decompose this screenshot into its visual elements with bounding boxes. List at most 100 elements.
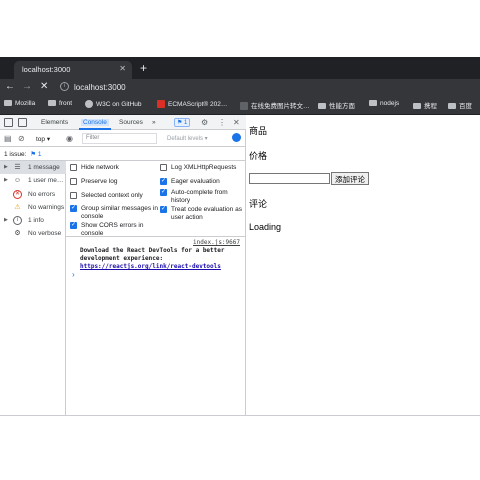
list-icon: ☰ xyxy=(14,164,21,171)
log-levels-dropdown[interactable]: Default levels ▾ xyxy=(167,135,208,142)
url-text: localhost:3000 xyxy=(74,83,126,92)
sidebar-toggle-icon[interactable]: ▤ xyxy=(4,134,12,143)
log-source-link[interactable]: index.js:9667 xyxy=(193,239,240,246)
hide-network-option[interactable]: Hide network xyxy=(70,164,155,172)
comment-input[interactable] xyxy=(249,173,330,184)
devtools-tab-bar: Elements Console Sources » ⚑ 1 ⚙ ⋮ ✕ xyxy=(0,115,246,130)
selected-context-option[interactable]: Selected context only xyxy=(70,192,158,200)
autocomplete-option[interactable]: Auto-complete from history xyxy=(160,188,246,205)
react-devtools-link[interactable]: https://reactjs.org/link/react-devtools xyxy=(80,263,221,270)
hide-network-checkbox[interactable] xyxy=(70,164,77,171)
bookmark-ctrip[interactable]: 携程 xyxy=(413,100,437,110)
treat-code-checkbox[interactable] xyxy=(160,205,167,213)
bookmark-baidu[interactable]: 百度 xyxy=(448,100,472,110)
group-similar-checkbox[interactable] xyxy=(70,204,77,212)
folder-icon xyxy=(4,100,12,106)
show-cors-option[interactable]: Show CORS errors in console xyxy=(70,221,158,238)
folder-icon xyxy=(318,103,326,109)
user-icon: ☺ xyxy=(13,177,22,184)
log-xhr-checkbox[interactable] xyxy=(160,164,167,171)
ecma-icon xyxy=(157,100,165,108)
stop-icon[interactable]: ✕ xyxy=(40,81,48,92)
autocomplete-checkbox[interactable] xyxy=(160,188,167,196)
top-margin xyxy=(0,0,480,57)
screen: localhost:3000 ✕ + ← → ✕ i localhost:300… xyxy=(0,0,480,480)
filter-input[interactable]: Filter xyxy=(82,133,157,144)
tab-elements[interactable]: Elements xyxy=(41,119,68,126)
page-content: 商品 价格 添加评论 评论 Loading xyxy=(249,115,480,415)
eager-eval-checkbox[interactable] xyxy=(160,177,167,185)
bookmark-w3c[interactable]: W3C on GitHub xyxy=(85,100,142,108)
caret-right-icon: ▶ xyxy=(4,164,8,170)
info-icon[interactable]: i xyxy=(60,82,69,91)
sidebar-item-info[interactable]: ▶ i 1 info xyxy=(0,214,66,227)
kebab-menu-icon[interactable]: ⋮ xyxy=(218,118,226,127)
error-icon: ✕ xyxy=(13,190,22,199)
console-settings-pane: Hide network Preserve log Selected conte… xyxy=(66,161,246,237)
bookmark-ecmascript[interactable]: ECMAScript® 202… xyxy=(157,100,227,108)
sidebar-item-errors[interactable]: ✕ No errors xyxy=(0,188,66,201)
browser-tab-title: localhost:3000 xyxy=(22,65,71,74)
close-devtools-icon[interactable]: ✕ xyxy=(233,118,240,127)
console-toolbar: ▤ ⊘ top ▾ ◉ Filter Default levels ▾ xyxy=(0,130,246,147)
inspect-icon[interactable] xyxy=(4,118,13,127)
sidebar-item-messages[interactable]: ▶ ☰ 1 message xyxy=(0,161,66,174)
folder-icon xyxy=(48,100,56,106)
eye-icon[interactable]: ◉ xyxy=(66,134,73,143)
bookmark-nodejs[interactable]: nodejs xyxy=(369,100,399,107)
console-log-entry: index.js:9667 Download the React DevTool… xyxy=(66,237,246,277)
devtools-panel: Elements Console Sources » ⚑ 1 ⚙ ⋮ ✕ ▤ ⊘… xyxy=(0,115,246,415)
issues-bar[interactable]: 1 issue: ⚑ 1 xyxy=(0,147,246,161)
sidebar-item-verbose[interactable]: ⚙ No verbose xyxy=(0,227,66,240)
bookmark-performance[interactable]: 性能方面 xyxy=(318,100,355,110)
treat-code-option[interactable]: Treat code evaluation as user action xyxy=(160,205,246,222)
folder-icon xyxy=(413,103,421,109)
sidebar-item-warnings[interactable]: ⚠ No warnings xyxy=(0,201,66,214)
issues-badge[interactable]: ⚑ 1 xyxy=(174,118,191,127)
forward-icon[interactable]: → xyxy=(22,81,32,92)
warning-icon: ⚠ xyxy=(14,204,21,211)
console-settings-icon[interactable] xyxy=(232,133,241,142)
comments-label: 评论 xyxy=(249,199,268,209)
caret-right-icon: ▶ xyxy=(4,177,8,183)
issue-count-link[interactable]: ⚑ 1 xyxy=(30,151,41,158)
settings-icon[interactable]: ⚙ xyxy=(201,118,208,127)
caret-right-icon: ▶ xyxy=(4,217,8,223)
goods-label: 商品 xyxy=(249,126,268,136)
more-tabs-icon[interactable]: » xyxy=(152,119,156,126)
sidebar-item-user-messages[interactable]: ▶ ☺ 1 user me… xyxy=(0,174,66,187)
log-message: Download the React DevTools for a better… xyxy=(80,247,225,270)
context-selector[interactable]: top ▾ xyxy=(36,135,50,143)
close-icon[interactable]: ✕ xyxy=(119,64,126,73)
device-toolbar-icon[interactable] xyxy=(18,118,27,127)
back-icon[interactable]: ← xyxy=(5,81,15,92)
new-tab-button[interactable]: + xyxy=(140,61,147,75)
bookmark-image-convert[interactable]: 在线免费图片转文… xyxy=(240,100,310,110)
add-comment-button[interactable]: 添加评论 xyxy=(331,172,369,185)
info-icon: i xyxy=(13,216,22,225)
browser-tab[interactable]: localhost:3000 ✕ xyxy=(14,61,132,79)
clear-console-icon[interactable]: ⊘ xyxy=(18,134,25,143)
console-sidebar: ▶ ☰ 1 message ▶ ☺ 1 user me… ✕ No errors… xyxy=(0,161,66,415)
selected-context-checkbox[interactable] xyxy=(70,192,77,199)
site-icon xyxy=(240,102,248,110)
preserve-log-checkbox[interactable] xyxy=(70,178,77,185)
log-xhr-option[interactable]: Log XMLHttpRequests xyxy=(160,164,246,172)
preserve-log-option[interactable]: Preserve log xyxy=(70,178,155,186)
console-prompt[interactable]: › xyxy=(72,270,75,279)
eager-eval-option[interactable]: Eager evaluation xyxy=(160,177,246,186)
github-icon xyxy=(85,100,93,108)
window-bottom-edge xyxy=(0,415,480,416)
folder-icon xyxy=(448,103,456,109)
tab-sources[interactable]: Sources xyxy=(119,119,143,126)
verbose-icon: ⚙ xyxy=(14,230,21,237)
tab-console[interactable]: Console xyxy=(79,119,111,130)
bookmark-mozilla[interactable]: Mozilla xyxy=(4,100,35,107)
group-similar-option[interactable]: Group similar messages in console xyxy=(70,204,158,221)
bookmark-front[interactable]: front xyxy=(48,100,72,107)
address-bar[interactable]: i localhost:3000 xyxy=(56,81,480,95)
loading-text: Loading xyxy=(249,222,282,232)
price-label: 价格 xyxy=(249,151,268,161)
folder-icon xyxy=(369,100,377,106)
show-cors-checkbox[interactable] xyxy=(70,221,77,229)
